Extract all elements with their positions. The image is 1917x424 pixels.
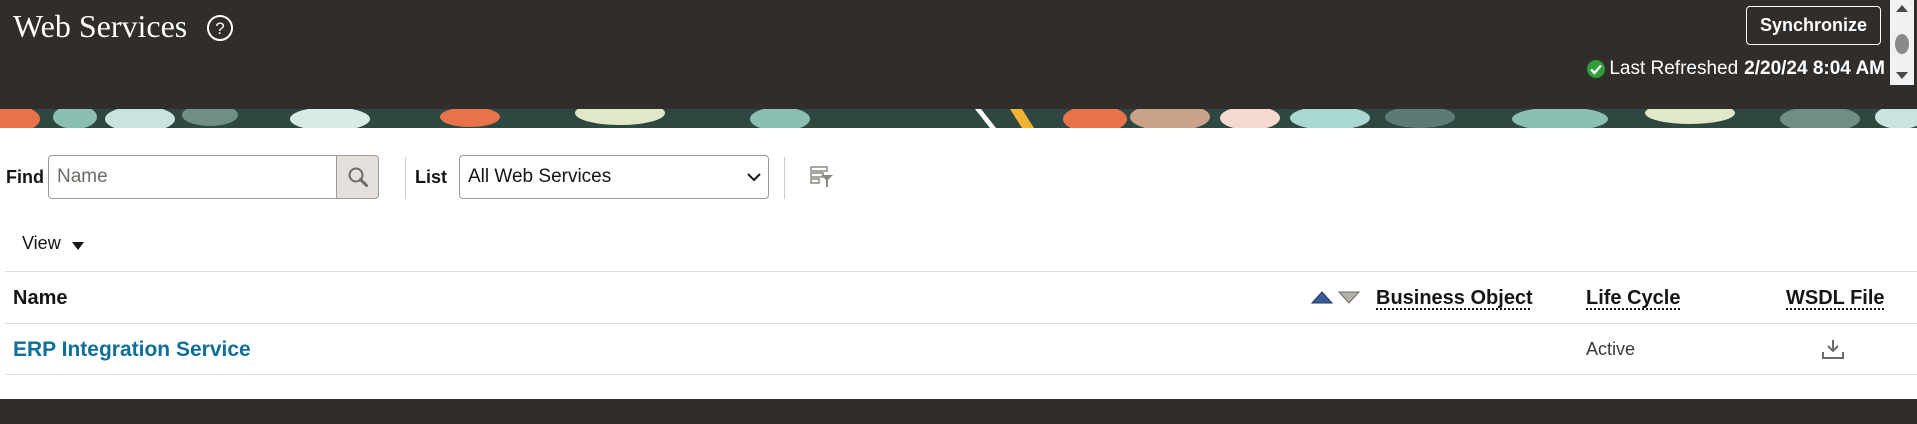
decorative-banner bbox=[0, 109, 1917, 128]
web-services-table: Name Business Object Life Cycle WSDL Fil… bbox=[5, 271, 1917, 375]
check-circle-icon bbox=[1587, 60, 1606, 78]
table-header: Name Business Object Life Cycle WSDL Fil… bbox=[5, 271, 1917, 324]
sort-icons[interactable] bbox=[1310, 289, 1362, 305]
last-refreshed-label: Last Refreshed bbox=[1609, 58, 1739, 79]
list-select[interactable]: All Web Services bbox=[459, 155, 769, 199]
find-label: Find bbox=[6, 167, 44, 187]
search-button[interactable] bbox=[337, 155, 379, 199]
magnifier-icon bbox=[348, 167, 368, 187]
find-name-input[interactable] bbox=[48, 155, 337, 199]
table-row: ERP Integration Service Active bbox=[5, 324, 1917, 375]
last-refreshed-value: 2/20/24 8:04 AM bbox=[1744, 58, 1885, 79]
vertical-scrollbar[interactable] bbox=[1890, 0, 1914, 85]
list-selected-value: All Web Services bbox=[468, 166, 612, 187]
toolbar-divider bbox=[405, 157, 406, 199]
chevron-down-icon bbox=[747, 173, 761, 182]
column-header-name[interactable]: Name bbox=[13, 287, 67, 310]
last-refreshed-status: Last Refreshed 2/20/24 8:04 AM bbox=[1586, 58, 1885, 80]
page-header: Web Services ? Synchronize Last Refreshe… bbox=[0, 0, 1917, 109]
caret-down-icon bbox=[71, 241, 84, 250]
column-header-life-cycle[interactable]: Life Cycle bbox=[1586, 287, 1680, 310]
page-footer bbox=[0, 399, 1917, 424]
scrollbar-arrows-icon bbox=[1895, 5, 1909, 79]
help-circle-icon[interactable]: ? bbox=[206, 14, 234, 42]
toolbar-divider bbox=[784, 157, 785, 199]
synchronize-button[interactable]: Synchronize bbox=[1746, 6, 1881, 45]
service-name-link[interactable]: ERP Integration Service bbox=[13, 338, 251, 362]
view-menu[interactable]: View bbox=[22, 233, 85, 254]
detach-table-icon[interactable] bbox=[810, 165, 834, 189]
download-icon[interactable] bbox=[1821, 338, 1845, 360]
page-title: Web Services bbox=[13, 8, 188, 44]
view-menu-label: View bbox=[22, 233, 61, 253]
list-label: List bbox=[415, 167, 448, 187]
column-header-wsdl-file[interactable]: WSDL File bbox=[1786, 287, 1885, 310]
search-toolbar: Find List All Web Services bbox=[0, 155, 900, 199]
column-header-business-object[interactable]: Business Object bbox=[1376, 287, 1533, 310]
svg-text:?: ? bbox=[215, 19, 224, 38]
life-cycle-cell: Active bbox=[1586, 339, 1636, 359]
